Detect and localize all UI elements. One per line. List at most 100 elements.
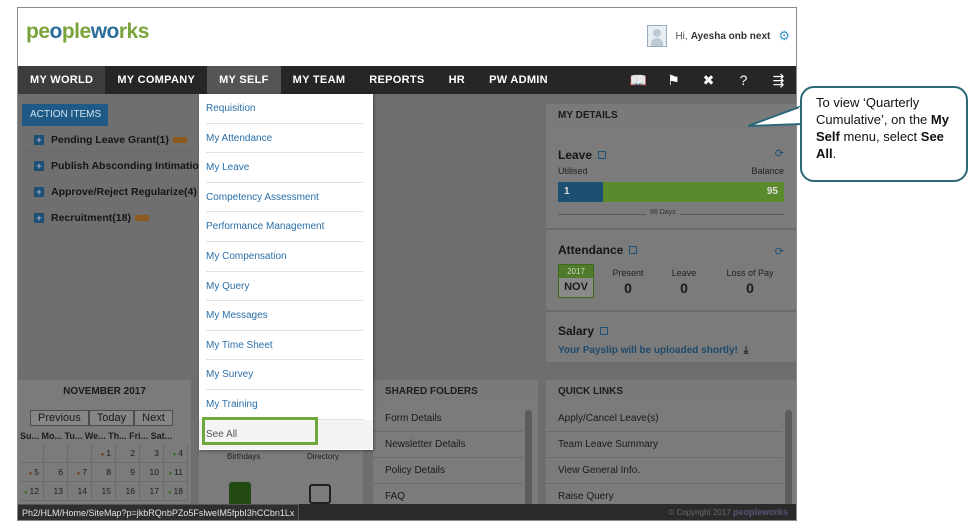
nav-pw-admin[interactable]: PW ADMIN (477, 66, 560, 94)
nav-my-self[interactable]: MY SELF (207, 66, 281, 94)
my-self-dropdown: Requisition My Attendance My Leave Compe… (199, 94, 373, 450)
menu-item-my-survey[interactable]: My Survey (206, 360, 363, 390)
calendar-day[interactable]: 4 (164, 444, 188, 463)
app-window: peopleworks Hi, Ayesha onb next ⚙ MY WOR… (17, 7, 797, 521)
callout-text: menu, select (839, 129, 921, 144)
calendar-today-button[interactable]: Today (88, 410, 135, 426)
nav-my-company[interactable]: MY COMPANY (105, 66, 207, 94)
help-icon[interactable]: ? (726, 66, 761, 94)
nav-my-world[interactable]: MY WORLD (18, 66, 106, 94)
calendar-day[interactable]: 10 (140, 463, 164, 482)
calendar-week: 1 2 3 4 (20, 444, 190, 463)
scrollbar[interactable] (785, 410, 792, 518)
calendar-day[interactable] (44, 444, 68, 463)
nav-reports[interactable]: REPORTS (357, 66, 436, 94)
calendar-day[interactable]: 3 (140, 444, 164, 463)
birthdays-label[interactable]: Birthdays (227, 452, 260, 461)
calendar-next-button[interactable]: Next (134, 410, 173, 426)
list-item[interactable]: Team Leave Summary (546, 432, 782, 458)
action-item-label: Approve/Reject Regularize(4) (51, 185, 197, 198)
calendar-day[interactable]: 14 (68, 482, 92, 501)
calendar-month: NOVEMBER 2017 (63, 386, 146, 397)
calendar-prev-button[interactable]: Previous (30, 410, 89, 426)
calendar-panel: NOVEMBER 2017 Previous Today Next Su... … (18, 380, 191, 520)
calendar-weekdays: Su... Mo... Tu... We... Th... Fri... Sat… (20, 431, 173, 441)
menu-item-my-training[interactable]: My Training (206, 390, 363, 420)
user-area: Hi, Ayesha onb next ⚙ (647, 25, 790, 47)
plus-icon[interactable]: + (34, 212, 44, 223)
peopleworks-logo[interactable]: peopleworks (26, 20, 149, 44)
nav-hr[interactable]: HR (437, 66, 478, 94)
book-icon[interactable]: 📖 (621, 66, 656, 94)
callout-text: . (832, 146, 837, 161)
lop-value: 0 (746, 280, 754, 296)
calendar-day[interactable]: 1 (92, 444, 116, 463)
calendar-day[interactable]: 15 (92, 482, 116, 501)
logo-text: o (106, 20, 120, 43)
new-badge (172, 136, 187, 143)
plus-icon[interactable]: + (34, 134, 44, 145)
expand-icon[interactable] (598, 151, 607, 159)
calendar-week: 5 6 7 8 9 10 11 (20, 463, 190, 482)
plus-icon[interactable]: + (34, 160, 44, 171)
menu-item-my-query[interactable]: My Query (206, 272, 363, 302)
list-item[interactable]: Policy Details (373, 458, 523, 484)
refresh-icon[interactable]: ⟳ (775, 147, 784, 160)
expand-icon[interactable] (600, 327, 609, 335)
action-item-label: Recruitment(18) (51, 211, 131, 224)
menu-item-my-messages[interactable]: My Messages (206, 301, 363, 331)
menu-item-my-compensation[interactable]: My Compensation (206, 242, 363, 272)
expand-icon[interactable] (629, 246, 638, 254)
refresh-icon[interactable]: ⟳ (775, 245, 784, 258)
calendar-day[interactable]: 18 (164, 482, 188, 501)
calendar-week: 12 13 14 15 16 17 18 (20, 482, 190, 501)
list-item[interactable]: Form Details (373, 406, 523, 432)
calendar-day[interactable]: 6 (44, 463, 68, 482)
menu-item-my-leave[interactable]: My Leave (206, 153, 363, 183)
user-name[interactable]: Ayesha onb next (691, 31, 771, 42)
list-item[interactable]: View General Info. (546, 458, 782, 484)
directory-label[interactable]: Directory (307, 452, 339, 461)
menu-item-requisition[interactable]: Requisition (206, 94, 363, 124)
calendar-day[interactable]: 16 (116, 482, 140, 501)
logo-text: rks (118, 20, 150, 43)
calendar-day[interactable]: 11 (164, 463, 188, 482)
calendar-day[interactable] (20, 444, 44, 463)
month-label: NOV (559, 278, 593, 297)
calendar-nav: Previous Today Next (30, 410, 173, 426)
calendar-day[interactable]: 17 (140, 482, 164, 501)
calendar-day[interactable]: 7 (68, 463, 92, 482)
nav-my-team[interactable]: MY TEAM (281, 66, 358, 94)
logo-text: pe (26, 20, 50, 43)
directory-icon[interactable] (309, 484, 331, 504)
list-item[interactable]: Apply/Cancel Leave(s) (546, 406, 782, 432)
quick-links-panel: QUICK LINKS Apply/Cancel Leave(s) Team L… (546, 380, 796, 520)
callout-text: To view ‘Quarterly Cumulative’, on the (816, 95, 931, 127)
flag-icon[interactable]: ⚑ (656, 66, 691, 94)
gear-icon[interactable]: ⚙ (778, 28, 790, 44)
leave-section-title: Leave (558, 146, 607, 164)
menu-item-performance-management[interactable]: Performance Management (206, 212, 363, 242)
download-icon[interactable]: ⤓ (744, 345, 748, 356)
menu-item-my-attendance[interactable]: My Attendance (206, 124, 363, 154)
list-item[interactable]: Newsletter Details (373, 432, 523, 458)
tools-icon[interactable]: ✖ (691, 66, 726, 94)
scrollbar[interactable] (525, 410, 532, 518)
payslip-note: Your Payslip will be uploaded shortly! ⤓ (558, 345, 748, 356)
plus-icon[interactable]: + (34, 186, 44, 197)
greeting: Hi, (675, 30, 688, 42)
calendar-day[interactable]: 5 (20, 463, 44, 482)
copyright-text: © Copyright 2017 (668, 508, 731, 517)
calendar-day[interactable]: 12 (20, 482, 44, 501)
avatar[interactable] (647, 25, 668, 47)
action-items-tab[interactable]: ACTION ITEMS (22, 104, 108, 126)
calendar-day[interactable]: 9 (116, 463, 140, 482)
menu-item-competency-assessment[interactable]: Competency Assessment (206, 183, 363, 213)
sitemap-icon[interactable]: ⇶ (761, 66, 796, 94)
calendar-day[interactable]: 8 (92, 463, 116, 482)
calendar-day[interactable] (68, 444, 92, 463)
menu-item-my-time-sheet[interactable]: My Time Sheet (206, 331, 363, 361)
calendar-day[interactable]: 13 (44, 482, 68, 501)
calendar-day[interactable]: 2 (116, 444, 140, 463)
logo-text: o (49, 20, 63, 43)
